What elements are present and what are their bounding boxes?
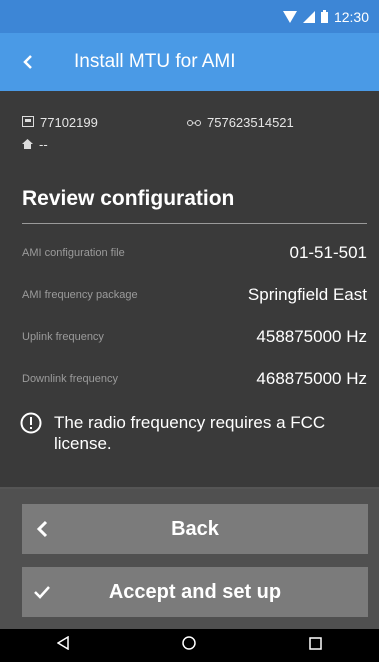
address: -- <box>39 136 48 152</box>
field-label: AMI frequency package <box>22 289 138 301</box>
field-value: 468875000 Hz <box>256 369 367 388</box>
battery-icon <box>320 10 328 23</box>
page-title: Install MTU for AMI <box>74 51 236 72</box>
triangle-back-icon <box>56 635 69 655</box>
config-fields: AMI configuration file 01-51-501 AMI fre… <box>22 232 367 400</box>
section-heading: Review configuration <box>22 187 367 224</box>
link-icon <box>187 115 201 130</box>
field-label: AMI configuration file <box>22 247 125 259</box>
accept-and-set-up-button[interactable]: Accept and set up <box>22 567 368 617</box>
back-button[interactable]: Back <box>22 504 368 554</box>
checkmark-icon <box>22 585 62 599</box>
status-bar: 12:30 <box>0 0 379 33</box>
meter-id-item: 77102199 <box>22 115 187 130</box>
system-nav-bar <box>0 629 379 662</box>
field-label: Uplink frequency <box>22 331 104 343</box>
chevron-left-icon <box>22 520 62 538</box>
address-item: -- <box>22 137 48 152</box>
square-recents-icon <box>309 636 323 655</box>
notice-text: The radio frequency requires a FCC licen… <box>54 413 326 453</box>
nav-back-button[interactable] <box>43 629 83 662</box>
field-value: 01-51-501 <box>289 243 367 262</box>
wifi-icon <box>282 10 297 23</box>
mtu-id: 757623514521 <box>207 114 294 130</box>
status-time: 12:30 <box>333 8 369 25</box>
action-panel: Back Accept and set up <box>0 489 379 629</box>
device-ids: 77102199 757623514521 -- <box>0 91 379 153</box>
chevron-left-icon <box>23 49 33 75</box>
nav-recents-button[interactable] <box>296 629 336 662</box>
nav-home-button[interactable] <box>169 629 209 662</box>
field-value: Springfield East <box>247 285 367 304</box>
main-content: 77102199 757623514521 -- Review configur… <box>0 91 379 503</box>
info-icon <box>20 412 42 439</box>
mtu-id-item: 757623514521 <box>187 115 294 130</box>
field-value: 458875000 Hz <box>256 327 367 346</box>
back-arrow-button[interactable] <box>0 33 56 91</box>
back-button-label: Back <box>171 517 219 540</box>
field-label: Downlink frequency <box>22 373 118 385</box>
field-frequency-package: AMI frequency package Springfield East <box>22 274 367 316</box>
accept-button-label: Accept and set up <box>108 580 282 603</box>
app-bar: Install MTU for AMI <box>0 33 379 91</box>
home-icon <box>22 137 33 152</box>
meter-id: 77102199 <box>40 114 98 130</box>
signal-icon <box>302 10 315 23</box>
field-config-file: AMI configuration file 01-51-501 <box>22 232 367 274</box>
meter-icon <box>22 115 34 130</box>
license-notice: The radio frequency requires a FCC licen… <box>20 412 367 454</box>
circle-home-icon <box>182 636 197 655</box>
field-uplink-frequency: Uplink frequency 458875000 Hz <box>22 316 367 358</box>
field-downlink-frequency: Downlink frequency 468875000 Hz <box>22 358 367 400</box>
